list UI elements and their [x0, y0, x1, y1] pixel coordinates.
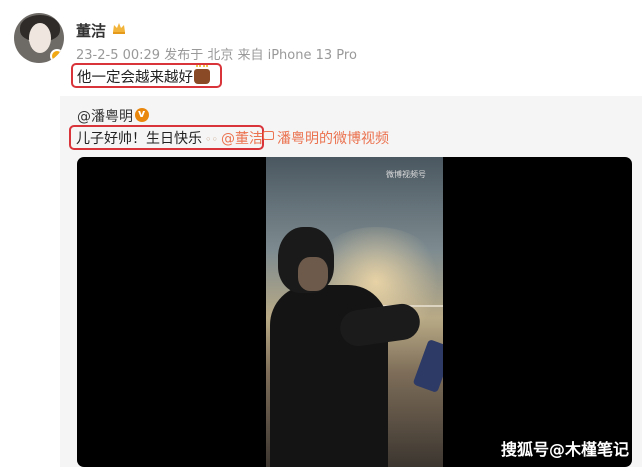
post-username[interactable]: 董洁 — [76, 20, 106, 41]
post-text-content: 他一定会越来越好 — [77, 70, 193, 86]
video-person — [270, 227, 443, 467]
sohu-watermark: 搜狐号@木槿笔记 — [501, 440, 630, 459]
post-meta: 23-2-5 00:29 发布于 北京 来自 iPhone 13 Pro — [76, 48, 357, 63]
mention-link[interactable]: @董洁 — [221, 131, 263, 147]
post-text: 他一定会越来越好 — [77, 65, 210, 87]
crown-icon — [113, 23, 125, 34]
verified-badge-icon — [50, 49, 64, 63]
phone-icon — [412, 339, 443, 393]
video-watermark: 微博视频号 — [386, 170, 426, 179]
verified-v-icon — [135, 107, 149, 122]
small-cake-icon: ◦◦ — [205, 133, 218, 146]
avatar-face — [29, 23, 51, 53]
video-link[interactable]: 潘粤明的微博视频 — [277, 128, 389, 148]
video-frame: 微博视频号 — [266, 157, 443, 467]
user-avatar[interactable] — [14, 13, 64, 63]
person-face — [298, 257, 328, 291]
repost-username[interactable]: @潘粤明 — [77, 106, 133, 126]
repost-text: 儿子好帅！生日快乐 ◦◦ @董洁 — [76, 128, 263, 148]
video-player[interactable]: 微博视频号 — [77, 157, 632, 467]
repost-text-content: 儿子好帅！生日快乐 — [76, 131, 202, 147]
birthday-cake-icon — [194, 65, 210, 84]
video-link-icon — [263, 131, 274, 140]
